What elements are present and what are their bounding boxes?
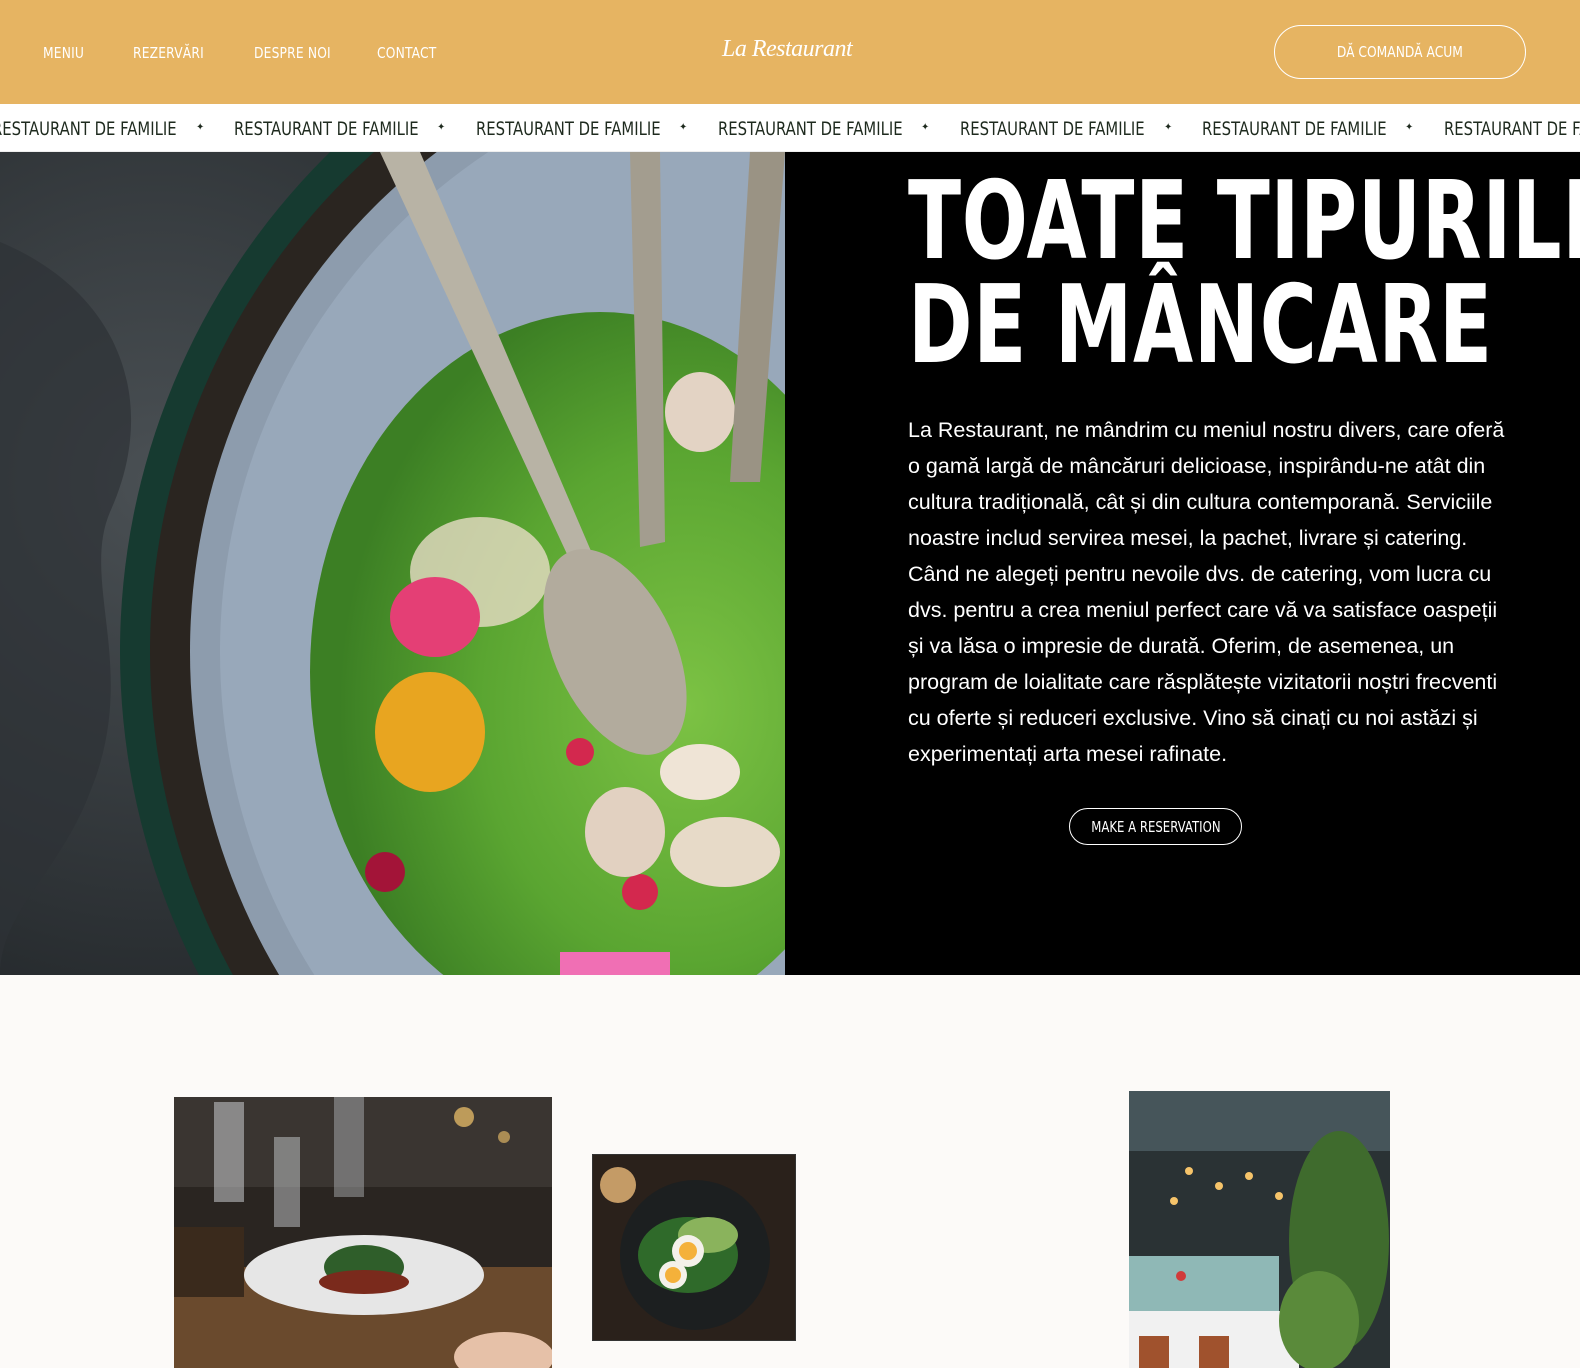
restaurant-interior-illustration — [1129, 1091, 1390, 1368]
order-now-label: DĂ COMANDĂ ACUM — [1336, 43, 1464, 61]
egg-avocado-illustration — [593, 1155, 795, 1340]
hero-title-line2: DE MÂNCARE — [908, 263, 1493, 388]
star-separator-icon: ✦ — [1164, 122, 1173, 133]
marquee-item: RESTAURANT DE FAMILIE — [476, 118, 661, 140]
marquee-track: RESTAURANT DE FAMILIE RESTAURANT DE FAMI… — [0, 118, 1580, 140]
marquee-item: RESTAURANT DE FAMILIE — [1202, 118, 1387, 140]
marquee-banner: RESTAURANT DE FAMILIE RESTAURANT DE FAMI… — [0, 104, 1580, 152]
star-separator-icon: ✦ — [1405, 122, 1414, 133]
star-separator-icon: ✦ — [437, 122, 446, 133]
star-separator-icon: ✦ — [679, 122, 688, 133]
star-separator-icon: ✦ — [921, 122, 930, 133]
nav-item-contact[interactable]: CONTACT — [377, 44, 436, 62]
brand-logo[interactable]: La Restaurant — [722, 36, 853, 63]
hero-description: La Restaurant, ne mândrim cu meniul nost… — [908, 418, 1505, 766]
marquee-item: RESTAURANT DE FAMILIE — [718, 118, 903, 140]
make-reservation-label: MAKE A RESERVATION — [1090, 817, 1221, 836]
nav-item-meniu[interactable]: MENIU — [43, 44, 84, 62]
dining-table-illustration — [174, 1097, 552, 1368]
hero-title: TOATE TIPURILE DE MÂNCARE — [908, 168, 1580, 380]
marquee-item: RESTAURANT DE FAMILIE — [1444, 118, 1580, 140]
order-now-button[interactable]: DĂ COMANDĂ ACUM — [1274, 25, 1526, 79]
egg-avocado-dish-photo — [592, 1154, 796, 1341]
star-separator-icon: ✦ — [196, 122, 205, 133]
make-reservation-button[interactable]: MAKE A RESERVATION — [1069, 808, 1242, 845]
nav-item-despre-noi[interactable]: DESPRE NOI — [254, 44, 331, 62]
hero-food-image — [0, 152, 785, 975]
marquee-item: RESTAURANT DE FAMILIE — [234, 118, 419, 140]
site-header: MENIU REZERVĂRI DESPRE NOI CONTACT La Re… — [0, 0, 1580, 104]
marquee-item: RESTAURANT DE FAMILIE — [960, 118, 1145, 140]
food-bowl-illustration — [0, 152, 785, 975]
nav-item-rezervari[interactable]: REZERVĂRI — [133, 44, 204, 62]
restaurant-interior-photo — [1129, 1091, 1390, 1368]
marquee-item: RESTAURANT DE FAMILIE — [0, 118, 177, 140]
dining-table-photo — [174, 1097, 552, 1368]
